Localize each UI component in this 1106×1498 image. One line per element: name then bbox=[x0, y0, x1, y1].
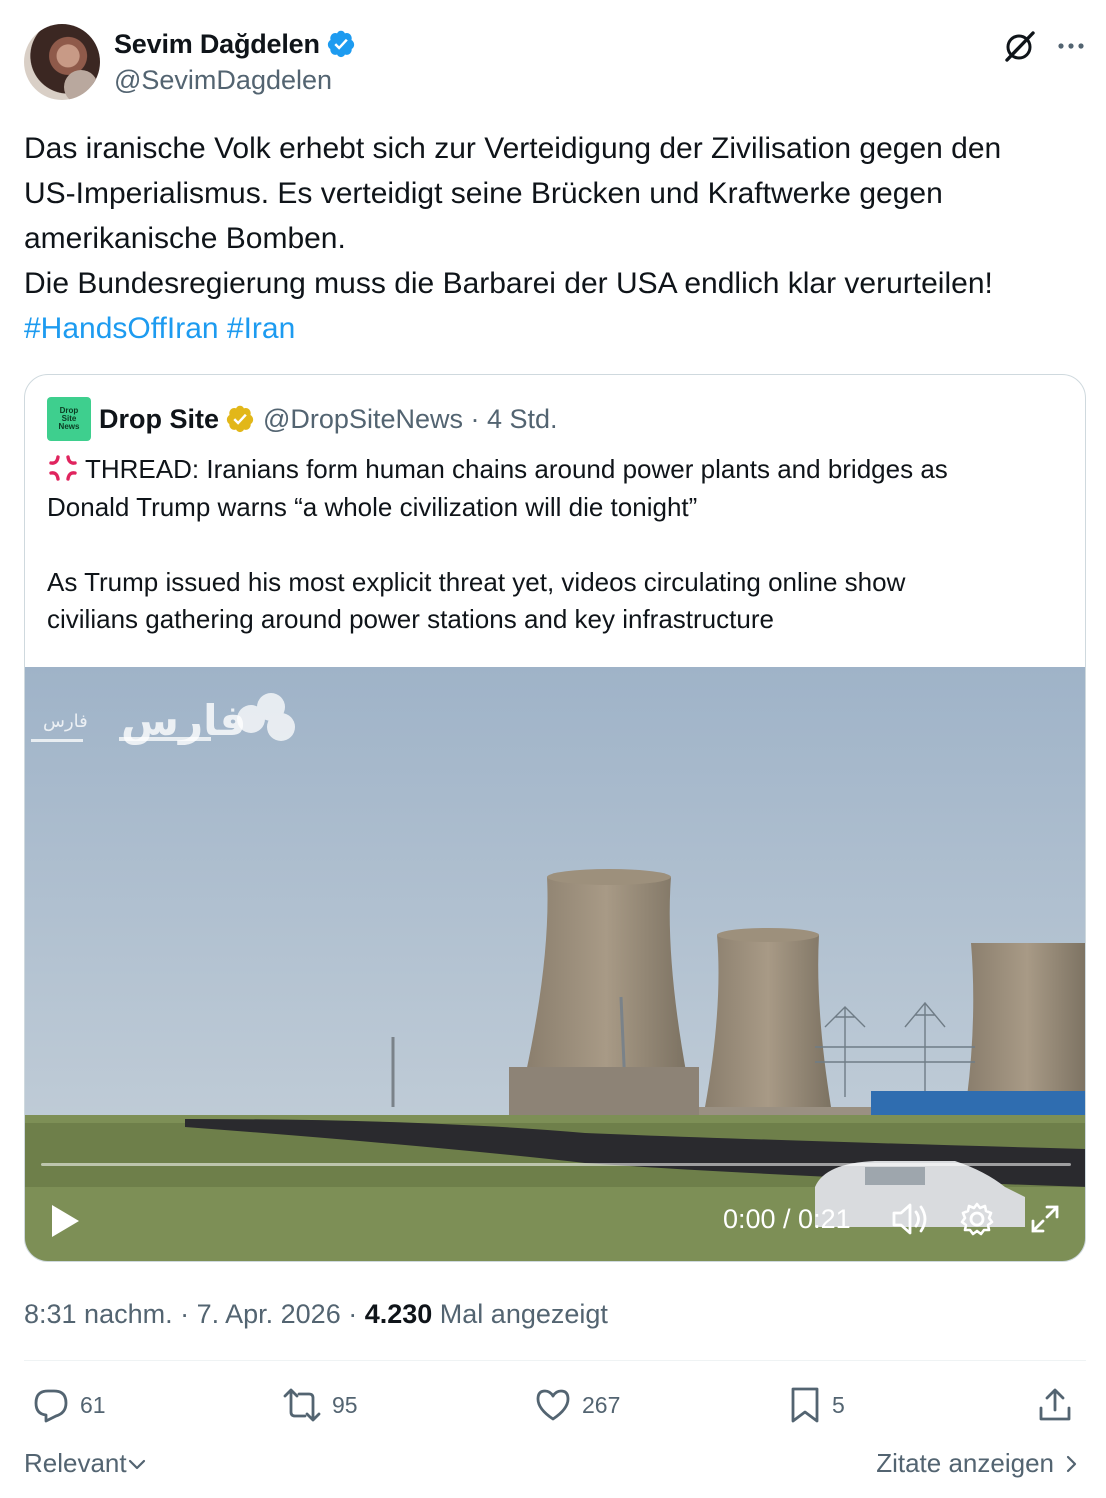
hashtag-link[interactable]: #Iran bbox=[227, 312, 295, 345]
action-bar: 61 95 267 5 bbox=[24, 1386, 1086, 1430]
tweet-text: Das iranische Volk erhebt sich zur Verte… bbox=[24, 126, 1086, 351]
watermark-small: فارس bbox=[43, 711, 88, 732]
author-block: Sevim Dağdelen @SevimDagdelen bbox=[114, 26, 356, 98]
sort-label: Relevant bbox=[24, 1448, 127, 1478]
repost-count: 95 bbox=[332, 1391, 358, 1418]
verified-icon bbox=[327, 30, 354, 58]
sort-dropdown[interactable]: Relevant bbox=[24, 1448, 147, 1479]
author-name-row[interactable]: Sevim Dağdelen bbox=[114, 26, 356, 62]
view-quotes-link[interactable]: Zitate anzeigen bbox=[876, 1448, 1082, 1479]
tweet-meta: 8:31 nachm. · 7. Apr. 2026 · 4.230 Mal a… bbox=[24, 1296, 608, 1332]
quoted-avatar-text: Drop Site News bbox=[58, 406, 80, 431]
hashtag-link[interactable]: #HandsOffIran bbox=[24, 312, 219, 345]
author-display-name[interactable]: Sevim Dağdelen bbox=[114, 26, 320, 62]
author-handle[interactable]: @SevimDagdelen bbox=[114, 62, 356, 98]
verified-icon bbox=[226, 405, 254, 433]
quoted-handle-time[interactable]: @DropSiteNews · 4 Std. bbox=[263, 404, 558, 435]
video-player[interactable]: فارس فارس 0:00 / 0:21 bbox=[25, 667, 1085, 1261]
fullscreen-icon[interactable] bbox=[1029, 1201, 1061, 1237]
video-progress-bar[interactable] bbox=[41, 1163, 1071, 1166]
quoted-header: Drop Site News Drop Site @DropSiteNews ·… bbox=[47, 397, 558, 441]
tweet-header: Sevim Dağdelen @SevimDagdelen bbox=[24, 24, 1086, 102]
repost-icon bbox=[283, 1388, 321, 1422]
reply-count: 61 bbox=[80, 1391, 106, 1418]
quoted-avatar[interactable]: Drop Site News bbox=[47, 397, 91, 441]
view-count: 4.230 bbox=[364, 1299, 433, 1329]
avatar[interactable] bbox=[24, 24, 100, 100]
quoted-line: civilians gathering around power station… bbox=[47, 604, 774, 634]
bookmark-icon bbox=[791, 1387, 819, 1423]
reply-button[interactable]: 61 bbox=[32, 1386, 106, 1424]
video-frame: فارس فارس bbox=[25, 667, 1085, 1261]
quoted-display-name[interactable]: Drop Site bbox=[99, 404, 219, 435]
share-button[interactable] bbox=[1036, 1386, 1084, 1424]
play-icon[interactable] bbox=[49, 1203, 81, 1239]
hashtag-line: #HandsOffIran #Iran bbox=[24, 306, 1086, 351]
volume-icon[interactable] bbox=[891, 1201, 931, 1237]
video-controls: 0:00 / 0:21 bbox=[25, 1187, 1085, 1257]
like-icon bbox=[536, 1389, 570, 1421]
video-time: 0:00 / 0:21 bbox=[723, 1204, 851, 1234]
view-label: Mal angezeigt bbox=[432, 1299, 608, 1329]
quoted-line: Donald Trump warns “a whole civilization… bbox=[47, 491, 698, 522]
tweet-timestamp[interactable]: 8:31 nachm. · 7. Apr. 2026 · bbox=[24, 1299, 365, 1329]
bookmark-button[interactable]: 5 bbox=[788, 1386, 845, 1424]
divider bbox=[24, 1360, 1086, 1361]
tweet-line: US-Imperialismus. Es verteidigt seine Br… bbox=[24, 177, 943, 210]
header-actions bbox=[1002, 28, 1086, 64]
repost-button[interactable]: 95 bbox=[282, 1386, 358, 1424]
like-count: 267 bbox=[582, 1391, 621, 1418]
share-icon bbox=[1039, 1388, 1071, 1421]
anger-emoji-icon bbox=[49, 455, 77, 481]
chevron-right-icon bbox=[1066, 1455, 1077, 1472]
view-quotes-label: Zitate anzeigen bbox=[876, 1448, 1054, 1478]
grok-icon[interactable] bbox=[1002, 28, 1038, 64]
bookmark-count: 5 bbox=[832, 1391, 845, 1418]
reply-icon bbox=[34, 1389, 68, 1423]
more-icon[interactable] bbox=[1056, 31, 1086, 61]
tweet-line: amerikanische Bomben. bbox=[24, 222, 346, 255]
tweet-line: Das iranische Volk erhebt sich zur Verte… bbox=[24, 132, 1002, 165]
quoted-line-text: THREAD: Iranians form human chains aroun… bbox=[85, 454, 948, 484]
quoted-line: THREAD: Iranians form human chains aroun… bbox=[47, 451, 1067, 489]
tweet-line: Die Bundesregierung muss die Barbarei de… bbox=[24, 267, 993, 300]
like-button[interactable]: 267 bbox=[534, 1386, 620, 1424]
quoted-tweet[interactable]: Drop Site News Drop Site @DropSiteNews ·… bbox=[24, 374, 1086, 1262]
quoted-text: THREAD: Iranians form human chains aroun… bbox=[47, 451, 1067, 639]
settings-icon[interactable] bbox=[959, 1201, 995, 1237]
watermark-large: فارس bbox=[121, 696, 246, 745]
chevron-down-icon bbox=[128, 1459, 145, 1469]
quoted-line: As Trump issued his most explicit threat… bbox=[47, 566, 906, 597]
